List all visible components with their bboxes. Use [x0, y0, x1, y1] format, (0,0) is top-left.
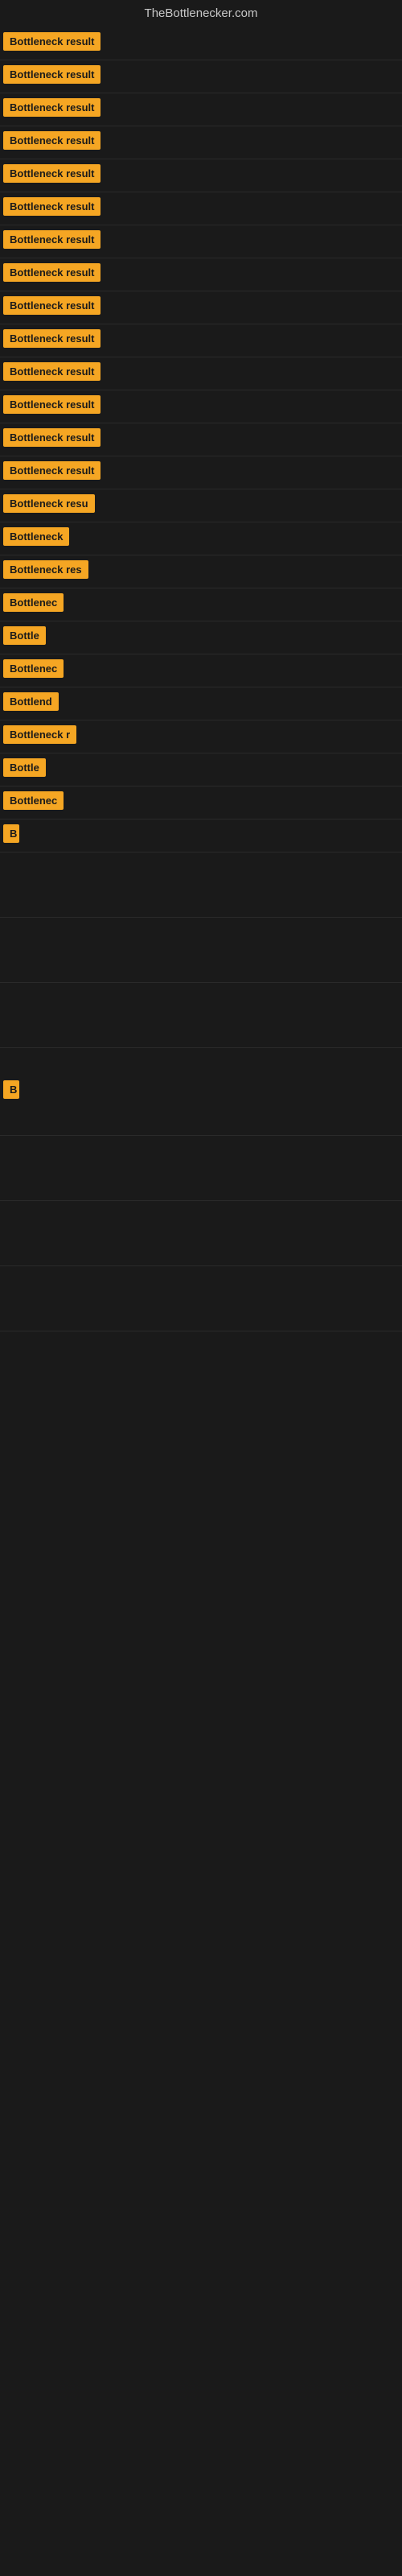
- items-container: Bottleneck result Bottleneck result Bottle…: [0, 24, 402, 1331]
- list-item: Bottle: [0, 753, 402, 786]
- bottleneck-badge: Bottleneck result: [3, 296, 100, 315]
- list-item: [0, 983, 402, 1048]
- list-item: Bottleneck res: [0, 555, 402, 588]
- list-item: Bottleneck result: [0, 423, 402, 456]
- list-item: Bottleneck result: [0, 93, 402, 126]
- bottleneck-badge: Bottleneck result: [3, 32, 100, 51]
- bottleneck-badge: Bottleneck: [3, 527, 69, 546]
- list-item: Bottleneck result: [0, 192, 402, 225]
- list-item: [0, 918, 402, 983]
- list-item: [0, 852, 402, 918]
- bottleneck-badge: Bottleneck res: [3, 560, 88, 579]
- bottleneck-badge: Bottlenec: [3, 593, 64, 612]
- list-item: Bottleneck result: [0, 291, 402, 324]
- list-item: Bottlenec: [0, 654, 402, 687]
- list-item: Bottleneck: [0, 522, 402, 555]
- bottleneck-badge: Bottleneck result: [3, 98, 100, 117]
- list-item: [0, 1201, 402, 1266]
- bottleneck-badge: Bottleneck result: [3, 395, 100, 414]
- list-item: Bottle: [0, 621, 402, 654]
- page-wrapper: TheBottlenecker.com Bottleneck resultBot…: [0, 0, 402, 1331]
- list-item: Bottleneck resu: [0, 489, 402, 522]
- list-item: Bottleneck result: [0, 390, 402, 423]
- list-item: Bottleneck result: [0, 60, 402, 93]
- bottleneck-badge: Bottlend: [3, 692, 59, 711]
- list-item: Bottleneck result: [0, 456, 402, 489]
- bottleneck-badge: Bottleneck result: [3, 263, 100, 282]
- list-item: [0, 1136, 402, 1201]
- list-item: Bottleneck result: [0, 258, 402, 291]
- list-item: Bottleneck r: [0, 720, 402, 753]
- bottleneck-badge: Bottleneck result: [3, 197, 100, 216]
- bottleneck-badge: Bottleneck result: [3, 428, 100, 447]
- bottleneck-badge: Bottleneck result: [3, 230, 100, 249]
- bottleneck-badge: Bottleneck result: [3, 461, 100, 480]
- bottleneck-badge: Bottleneck result: [3, 65, 100, 84]
- bottleneck-badge: B: [3, 824, 19, 843]
- list-item: Bottleneck result: [0, 159, 402, 192]
- bottleneck-badge: Bottleneck r: [3, 725, 76, 744]
- list-item: Bottlenec: [0, 588, 402, 621]
- list-item: [0, 1266, 402, 1331]
- list-item: Bottleneck result: [0, 357, 402, 390]
- bottleneck-badge: Bottle: [3, 626, 46, 645]
- list-item: Bottleneck result: [0, 126, 402, 159]
- bottleneck-badge: Bottlenec: [3, 659, 64, 678]
- list-item: Bottlenec: [0, 786, 402, 819]
- list-item: Bottleneck result: [0, 324, 402, 357]
- bottleneck-badge: Bottleneck resu: [3, 494, 95, 513]
- bottleneck-badge: Bottleneck result: [3, 164, 100, 183]
- bottleneck-badge: Bottleneck result: [3, 329, 100, 348]
- bottleneck-badge: Bottleneck result: [3, 362, 100, 381]
- bottleneck-badge: B: [3, 1080, 19, 1099]
- bottleneck-badge: Bottlenec: [3, 791, 64, 810]
- site-title: TheBottlenecker.com: [145, 6, 258, 20]
- bottleneck-badge: Bottleneck result: [3, 131, 100, 150]
- list-item: B: [0, 819, 402, 852]
- list-item: Bottleneck result: [0, 27, 402, 60]
- bottleneck-badge: Bottle: [3, 758, 46, 777]
- site-header: TheBottlenecker.com: [0, 0, 402, 24]
- list-item: B: [0, 1048, 402, 1136]
- list-item: Bottleneck result: [0, 225, 402, 258]
- list-item: Bottlend: [0, 687, 402, 720]
